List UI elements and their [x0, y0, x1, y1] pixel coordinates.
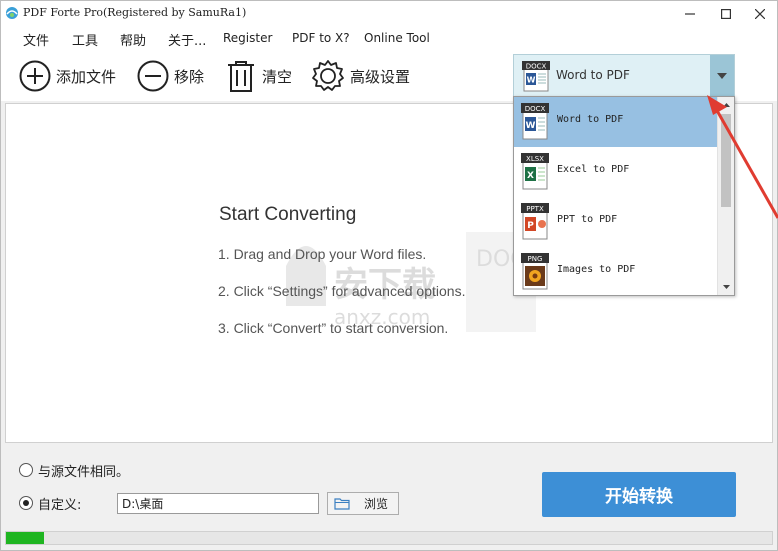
- menu-tools[interactable]: 工具: [72, 30, 98, 49]
- instruction-step-1: 1. Drag and Drop your Word files.: [218, 246, 427, 262]
- menu-register[interactable]: Register: [223, 31, 272, 45]
- advanced-settings-button[interactable]: 高级设置: [311, 59, 410, 93]
- format-option-ppt[interactable]: PPTX P PPT to PDF: [514, 197, 718, 247]
- format-select-value: Word to PDF: [556, 68, 630, 82]
- window-title: PDF Forte Pro(Registered by SamuRa1): [23, 6, 247, 19]
- format-option-images[interactable]: PNG Images to PDF: [514, 247, 718, 295]
- svg-text:P: P: [527, 221, 534, 231]
- add-files-button[interactable]: 添加文件: [19, 59, 116, 93]
- menu-online-tool[interactable]: Online Tool: [364, 31, 430, 45]
- gear-icon: [312, 60, 344, 91]
- trash-icon: [228, 61, 254, 92]
- docx-option-badge: DOCX: [525, 105, 546, 113]
- format-select-toggle[interactable]: [710, 55, 734, 96]
- close-button[interactable]: [743, 1, 777, 27]
- format-option-excel[interactable]: XLSX X Excel to PDF: [514, 147, 718, 197]
- menu-file[interactable]: 文件: [23, 30, 49, 49]
- format-select[interactable]: DOCX W Word to PDF: [513, 54, 735, 97]
- xlsx-file-icon: XLSX X: [521, 153, 549, 190]
- scroll-down-button[interactable]: [718, 279, 734, 295]
- custom-path-radio[interactable]: [19, 496, 33, 510]
- caret-down-icon: [717, 72, 727, 79]
- format-option-excel-label: Excel to PDF: [557, 164, 630, 175]
- docx-file-icon: DOCX W: [521, 103, 549, 140]
- instruction-step-3: 3. Click “Convert” to start conversion.: [218, 320, 449, 336]
- format-option-word-label: Word to PDF: [557, 114, 624, 125]
- add-files-label: 添加文件: [56, 67, 117, 86]
- start-converting-title: Start Converting: [219, 204, 357, 225]
- browse-button[interactable]: 浏览: [327, 492, 399, 515]
- start-convert-button[interactable]: 开始转换: [542, 472, 736, 517]
- plus-circle-icon: [19, 60, 51, 92]
- same-as-source-radio[interactable]: [19, 463, 33, 477]
- clear-button[interactable]: 清空: [225, 59, 292, 93]
- progress-bar: [5, 531, 773, 545]
- clear-label: 清空: [262, 67, 293, 86]
- progress-fill: [6, 532, 45, 544]
- folder-icon: [334, 497, 350, 510]
- minus-circle-icon: [137, 60, 169, 92]
- maximize-button[interactable]: [709, 1, 743, 27]
- svg-text:W: W: [526, 121, 536, 131]
- menu-about[interactable]: 关于...: [168, 30, 206, 49]
- same-as-source-option[interactable]: 与源文件相同。: [19, 460, 129, 480]
- pptx-option-badge: PPTX: [526, 205, 544, 213]
- xlsx-option-badge: XLSX: [526, 155, 544, 163]
- same-as-source-label: 与源文件相同。: [38, 464, 130, 480]
- browse-label: 浏览: [364, 497, 389, 511]
- app-logo-icon: [6, 7, 18, 19]
- menu-bar: 文件 工具 帮助 关于... Register PDF to X? Online…: [1, 27, 777, 51]
- custom-path-option[interactable]: 自定义:: [19, 493, 81, 513]
- app-window: PDF Forte Pro(Registered by SamuRa1) 文件 …: [0, 0, 778, 551]
- menu-help[interactable]: 帮助: [120, 30, 146, 49]
- format-option-ppt-label: PPT to PDF: [557, 214, 618, 225]
- title-bar: PDF Forte Pro(Registered by SamuRa1): [1, 1, 777, 27]
- remove-label: 移除: [174, 67, 205, 86]
- advanced-settings-label: 高级设置: [350, 67, 411, 86]
- png-option-badge: PNG: [528, 255, 543, 263]
- menu-pdf-to-x[interactable]: PDF to X?: [292, 31, 350, 45]
- annotation-arrow-icon: [707, 95, 778, 219]
- svg-text:W: W: [527, 76, 536, 85]
- output-path-input[interactable]: [117, 493, 319, 514]
- instruction-step-2: 2. Click “Settings” for advanced options…: [218, 283, 466, 299]
- png-file-icon: PNG: [521, 253, 549, 290]
- close-icon: [755, 9, 765, 19]
- minimize-button[interactable]: [673, 1, 707, 27]
- caret-down-icon: [722, 285, 730, 289]
- svg-text:X: X: [527, 171, 534, 181]
- format-option-images-label: Images to PDF: [557, 264, 636, 275]
- custom-path-label: 自定义:: [38, 497, 82, 513]
- remove-button[interactable]: 移除: [137, 59, 204, 93]
- minimize-icon: [685, 13, 695, 15]
- docx-badge: DOCX: [526, 63, 547, 71]
- pptx-file-icon: PPTX P: [521, 203, 549, 240]
- maximize-icon: [721, 9, 731, 19]
- format-option-word[interactable]: DOCX W Word to PDF: [514, 97, 718, 147]
- docx-file-icon: DOCX W: [522, 61, 550, 92]
